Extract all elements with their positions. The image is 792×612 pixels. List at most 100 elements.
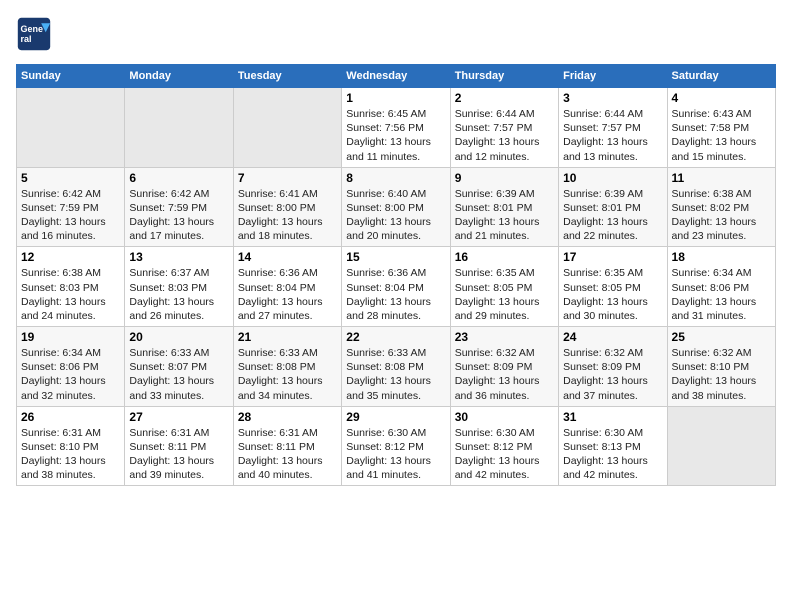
calendar-week-row: 5 Sunrise: 6:42 AM Sunset: 7:59 PM Daylig… xyxy=(17,167,776,247)
day-number: 8 xyxy=(346,171,445,185)
day-info: Sunrise: 6:36 AM Sunset: 8:04 PM Dayligh… xyxy=(346,266,445,323)
day-info: Sunrise: 6:33 AM Sunset: 8:08 PM Dayligh… xyxy=(238,346,337,403)
day-number: 19 xyxy=(21,330,120,344)
day-info: Sunrise: 6:31 AM Sunset: 8:11 PM Dayligh… xyxy=(129,426,228,483)
day-number: 9 xyxy=(455,171,554,185)
day-number: 2 xyxy=(455,91,554,105)
day-info: Sunrise: 6:32 AM Sunset: 8:09 PM Dayligh… xyxy=(455,346,554,403)
calendar-cell xyxy=(667,406,775,486)
calendar-cell: 5Sunrise: 6:42 AM Sunset: 7:59 PM Daylig… xyxy=(17,167,125,247)
calendar-cell: 24 Sunrise: 6:32 AM Sunset: 8:09 PM Dayli… xyxy=(559,327,667,407)
day-number: 10 xyxy=(563,171,662,185)
weekday-header: Tuesday xyxy=(233,65,341,88)
calendar-cell: 29 Sunrise: 6:30 AM Sunset: 8:12 PM Dayli… xyxy=(342,406,450,486)
calendar-cell: 23Sunrise: 6:32 AM Sunset: 8:09 PM Dayli… xyxy=(450,327,558,407)
day-info: Sunrise: 6:33 AM Sunset: 8:07 PM Dayligh… xyxy=(129,346,228,403)
day-number: 16 xyxy=(455,250,554,264)
day-number: 6 xyxy=(129,171,228,185)
calendar: SundayMondayTuesdayWednesdayThursdayFrid… xyxy=(16,64,776,486)
day-info: Sunrise: 6:37 AM Sunset: 8:03 PM Dayligh… xyxy=(129,266,228,323)
day-number: 3 xyxy=(563,91,662,105)
day-number: 24 xyxy=(563,330,662,344)
calendar-cell xyxy=(125,88,233,168)
day-number: 30 xyxy=(455,410,554,424)
calendar-cell: 2 Sunrise: 6:44 AM Sunset: 7:57 PM Daylig… xyxy=(450,88,558,168)
calendar-cell: 12 Sunrise: 6:38 AM Sunset: 8:03 PM Dayli… xyxy=(17,247,125,327)
day-info: Sunrise: 6:39 AM Sunset: 8:01 PM Dayligh… xyxy=(455,187,554,244)
day-info: Sunrise: 6:38 AM Sunset: 8:03 PM Dayligh… xyxy=(21,266,120,323)
day-info: Sunrise: 6:30 AM Sunset: 8:12 PM Dayligh… xyxy=(346,426,445,483)
calendar-cell: 11Sunrise: 6:38 AM Sunset: 8:02 PM Dayli… xyxy=(667,167,775,247)
day-info: Sunrise: 6:39 AM Sunset: 8:01 PM Dayligh… xyxy=(563,187,662,244)
day-info: Sunrise: 6:30 AM Sunset: 8:13 PM Dayligh… xyxy=(563,426,662,483)
day-info: Sunrise: 6:36 AM Sunset: 8:04 PM Dayligh… xyxy=(238,266,337,323)
weekday-header: Wednesday xyxy=(342,65,450,88)
day-info: Sunrise: 6:35 AM Sunset: 8:05 PM Dayligh… xyxy=(455,266,554,323)
calendar-cell: 10 Sunrise: 6:39 AM Sunset: 8:01 PM Dayli… xyxy=(559,167,667,247)
day-number: 31 xyxy=(563,410,662,424)
day-number: 22 xyxy=(346,330,445,344)
day-number: 5 xyxy=(21,171,120,185)
day-info: Sunrise: 6:31 AM Sunset: 8:11 PM Dayligh… xyxy=(238,426,337,483)
day-number: 20 xyxy=(129,330,228,344)
svg-text:Gene: Gene xyxy=(21,24,44,34)
day-number: 25 xyxy=(672,330,771,344)
day-number: 18 xyxy=(672,250,771,264)
logo-icon: Gene ral xyxy=(16,16,52,52)
calendar-week-row: 19 Sunrise: 6:34 AM Sunset: 8:06 PM Dayli… xyxy=(17,327,776,407)
calendar-cell: 20 Sunrise: 6:33 AM Sunset: 8:07 PM Dayli… xyxy=(125,327,233,407)
day-info: Sunrise: 6:43 AM Sunset: 7:58 PM Dayligh… xyxy=(672,107,771,164)
calendar-cell: 28 Sunrise: 6:31 AM Sunset: 8:11 PM Dayli… xyxy=(233,406,341,486)
calendar-cell: 13 Sunrise: 6:37 AM Sunset: 8:03 PM Dayli… xyxy=(125,247,233,327)
calendar-cell: 15 Sunrise: 6:36 AM Sunset: 8:04 PM Dayli… xyxy=(342,247,450,327)
day-info: Sunrise: 6:41 AM Sunset: 8:00 PM Dayligh… xyxy=(238,187,337,244)
day-info: Sunrise: 6:44 AM Sunset: 7:57 PM Dayligh… xyxy=(563,107,662,164)
calendar-cell: 16 Sunrise: 6:35 AM Sunset: 8:05 PM Dayli… xyxy=(450,247,558,327)
svg-text:ral: ral xyxy=(21,34,32,44)
day-info: Sunrise: 6:32 AM Sunset: 8:10 PM Dayligh… xyxy=(672,346,771,403)
calendar-week-row: 12 Sunrise: 6:38 AM Sunset: 8:03 PM Dayli… xyxy=(17,247,776,327)
calendar-header-row: SundayMondayTuesdayWednesdayThursdayFrid… xyxy=(17,65,776,88)
day-info: Sunrise: 6:34 AM Sunset: 8:06 PM Dayligh… xyxy=(672,266,771,323)
day-info: Sunrise: 6:44 AM Sunset: 7:57 PM Dayligh… xyxy=(455,107,554,164)
calendar-cell: 30Sunrise: 6:30 AM Sunset: 8:12 PM Dayli… xyxy=(450,406,558,486)
day-number: 11 xyxy=(672,171,771,185)
calendar-cell: 18 Sunrise: 6:34 AM Sunset: 8:06 PM Dayli… xyxy=(667,247,775,327)
calendar-cell: 25 Sunrise: 6:32 AM Sunset: 8:10 PM Dayli… xyxy=(667,327,775,407)
day-info: Sunrise: 6:34 AM Sunset: 8:06 PM Dayligh… xyxy=(21,346,120,403)
day-number: 15 xyxy=(346,250,445,264)
calendar-cell: 26 Sunrise: 6:31 AM Sunset: 8:10 PM Dayli… xyxy=(17,406,125,486)
day-number: 4 xyxy=(672,91,771,105)
day-number: 29 xyxy=(346,410,445,424)
day-info: Sunrise: 6:35 AM Sunset: 8:05 PM Dayligh… xyxy=(563,266,662,323)
calendar-cell xyxy=(233,88,341,168)
calendar-week-row: 1Sunrise: 6:45 AM Sunset: 7:56 PM Daylig… xyxy=(17,88,776,168)
calendar-cell: 6 Sunrise: 6:42 AM Sunset: 7:59 PM Daylig… xyxy=(125,167,233,247)
day-number: 17 xyxy=(563,250,662,264)
weekday-header: Sunday xyxy=(17,65,125,88)
day-number: 13 xyxy=(129,250,228,264)
calendar-cell: 19 Sunrise: 6:34 AM Sunset: 8:06 PM Dayli… xyxy=(17,327,125,407)
day-info: Sunrise: 6:42 AM Sunset: 7:59 PM Dayligh… xyxy=(129,187,228,244)
calendar-cell: 4 Sunrise: 6:43 AM Sunset: 7:58 PM Daylig… xyxy=(667,88,775,168)
calendar-cell: 14 Sunrise: 6:36 AM Sunset: 8:04 PM Dayli… xyxy=(233,247,341,327)
calendar-cell: 8 Sunrise: 6:40 AM Sunset: 8:00 PM Daylig… xyxy=(342,167,450,247)
weekday-header: Friday xyxy=(559,65,667,88)
day-info: Sunrise: 6:40 AM Sunset: 8:00 PM Dayligh… xyxy=(346,187,445,244)
calendar-week-row: 26 Sunrise: 6:31 AM Sunset: 8:10 PM Dayli… xyxy=(17,406,776,486)
calendar-cell: 3 Sunrise: 6:44 AM Sunset: 7:57 PM Daylig… xyxy=(559,88,667,168)
calendar-cell xyxy=(17,88,125,168)
page-header: Gene ral xyxy=(16,16,776,52)
day-number: 14 xyxy=(238,250,337,264)
day-info: Sunrise: 6:31 AM Sunset: 8:10 PM Dayligh… xyxy=(21,426,120,483)
calendar-cell: 1Sunrise: 6:45 AM Sunset: 7:56 PM Daylig… xyxy=(342,88,450,168)
day-number: 26 xyxy=(21,410,120,424)
calendar-cell: 31 Sunrise: 6:30 AM Sunset: 8:13 PM Dayli… xyxy=(559,406,667,486)
day-number: 7 xyxy=(238,171,337,185)
day-number: 28 xyxy=(238,410,337,424)
day-number: 21 xyxy=(238,330,337,344)
day-number: 12 xyxy=(21,250,120,264)
day-info: Sunrise: 6:32 AM Sunset: 8:09 PM Dayligh… xyxy=(563,346,662,403)
weekday-header: Monday xyxy=(125,65,233,88)
calendar-cell: 7 Sunrise: 6:41 AM Sunset: 8:00 PM Daylig… xyxy=(233,167,341,247)
